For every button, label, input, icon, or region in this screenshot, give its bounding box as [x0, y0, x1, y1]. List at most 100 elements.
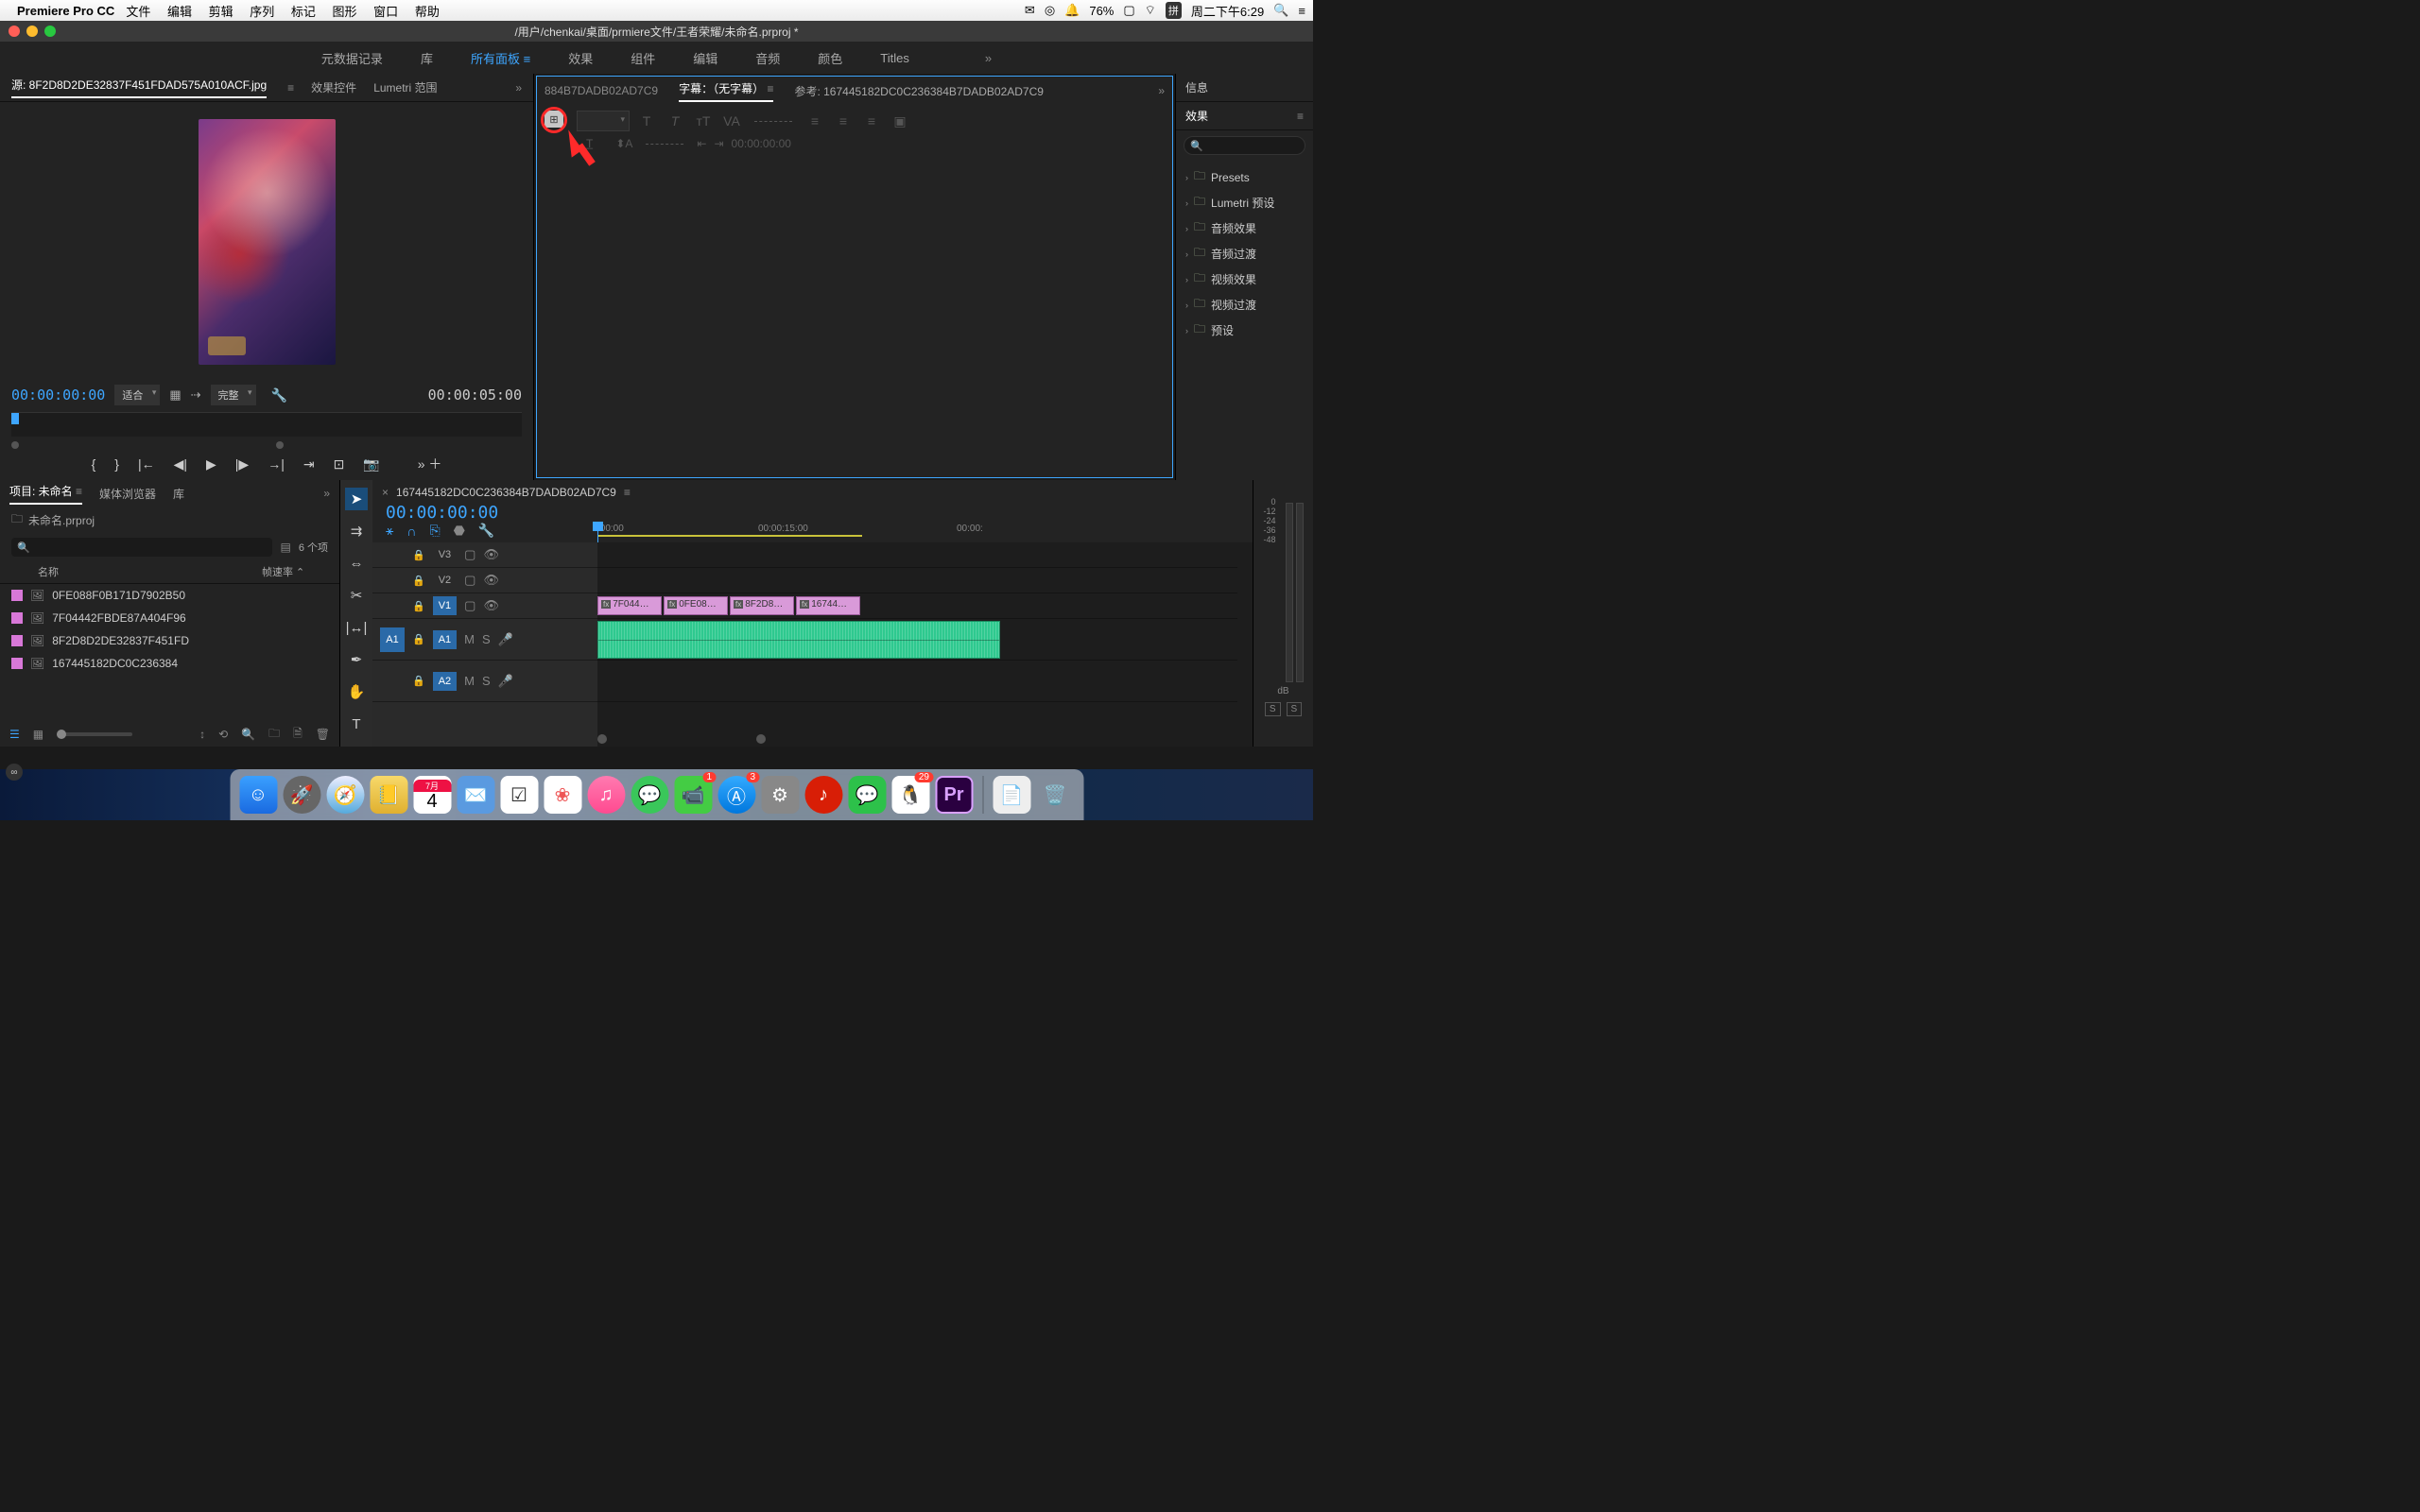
size-icon[interactable]: ᴛT: [692, 111, 715, 131]
lock-icon[interactable]: 🔒: [412, 549, 425, 561]
bin-name[interactable]: 未命名.prproj: [28, 512, 95, 528]
track-select-tool[interactable]: ⇉: [345, 520, 368, 542]
project-search[interactable]: 🔍: [11, 538, 272, 557]
source-zoom-bar[interactable]: [11, 442, 522, 448]
align-left-icon[interactable]: ≡: [804, 111, 826, 131]
ripple-tool[interactable]: ⇔: [345, 552, 368, 575]
settings-icon[interactable]: 🔧: [271, 387, 287, 404]
fit-dropdown[interactable]: 适合: [114, 385, 160, 405]
ws-editing[interactable]: 编辑: [693, 49, 717, 67]
align-right-icon[interactable]: ≡: [860, 111, 883, 131]
fx-lumetri[interactable]: ›🗀Lumetri 预设: [1176, 190, 1313, 215]
a1-patch[interactable]: A1: [380, 627, 405, 652]
minimize-button[interactable]: [26, 26, 38, 37]
effects-panel-title[interactable]: 效果≡: [1176, 102, 1313, 130]
fx-presets[interactable]: ›🗀Presets: [1176, 164, 1313, 190]
project-item[interactable]: 🖼7F04442FBDE87A404F96: [0, 607, 339, 629]
clip[interactable]: fx16744…: [796, 596, 860, 615]
project-item[interactable]: 🖼0FE088F0B171D7902B50: [0, 584, 339, 607]
track-a1-header[interactable]: A1🔒A1MS🎤: [372, 619, 597, 661]
transport-more-icon[interactable]: » ＋: [418, 455, 442, 473]
clock[interactable]: 周二下午6:29: [1191, 2, 1264, 20]
seq-close-icon[interactable]: ×: [382, 486, 389, 499]
menu-sequence[interactable]: 序列: [250, 5, 274, 19]
source-overflow-icon[interactable]: »: [515, 81, 522, 94]
go-out-icon[interactable]: →|: [268, 456, 285, 472]
leading-icon[interactable]: ⬍A: [615, 137, 632, 150]
col-framerate[interactable]: 帧速率 ⌃: [262, 564, 328, 579]
close-button[interactable]: [9, 26, 20, 37]
eye-icon[interactable]: 👁: [483, 547, 499, 562]
source-monitor[interactable]: [0, 102, 533, 382]
ime-label[interactable]: 拼: [1166, 2, 1182, 19]
tab-lumetri[interactable]: Lumetri 范围: [373, 79, 437, 95]
go-in-icon[interactable]: |←: [138, 456, 155, 472]
project-item[interactable]: 🖼8F2D8D2DE32837F451FD: [0, 629, 339, 652]
step-back-icon[interactable]: ◀|: [174, 456, 187, 472]
mark-in-icon[interactable]: {: [92, 456, 96, 472]
track-v3-header[interactable]: 🔒V3▢👁: [372, 542, 597, 568]
razor-tool[interactable]: ✂: [345, 584, 368, 607]
ws-effects[interactable]: 效果: [568, 49, 593, 67]
info-panel-title[interactable]: 信息: [1176, 74, 1313, 102]
caption-overflow-icon[interactable]: »: [1158, 84, 1165, 97]
lock-icon[interactable]: 🔒: [412, 675, 425, 687]
menu-clip[interactable]: 剪辑: [209, 5, 233, 19]
list-view-icon[interactable]: ☰: [9, 728, 20, 741]
fx-audio-fx[interactable]: ›🗀音频效果: [1176, 215, 1313, 241]
tab-source[interactable]: 源: 8F2D8D2DE32837F451FDAD575A010ACF.jpg: [11, 77, 267, 98]
snap-icon[interactable]: ⚹: [386, 523, 393, 539]
ws-color[interactable]: 颜色: [818, 49, 842, 67]
dock-mail[interactable]: ✉️: [457, 776, 494, 814]
linked-sel-icon[interactable]: ⎘: [429, 523, 440, 539]
toggle-output-icon[interactable]: ▢: [464, 547, 475, 562]
tab-effect-controls[interactable]: 效果控件: [311, 79, 356, 95]
ws-all-panels[interactable]: 所有面板 ≡: [471, 49, 530, 67]
dock-premiere[interactable]: Pr: [935, 776, 973, 814]
quality-dropdown[interactable]: 完整: [211, 385, 256, 405]
ws-audio[interactable]: 音频: [755, 49, 780, 67]
kerning-icon[interactable]: VA: [720, 111, 743, 131]
lock-icon[interactable]: 🔒: [412, 575, 425, 587]
selection-tool[interactable]: ➤: [345, 488, 368, 510]
clip[interactable]: fx7F044…: [597, 596, 662, 615]
mark-out-icon[interactable]: }: [114, 456, 119, 472]
filter-icon[interactable]: ▤: [280, 541, 290, 554]
fx-video-trans[interactable]: ›🗀视频过渡: [1176, 292, 1313, 318]
work-area[interactable]: [597, 535, 862, 537]
new-caption-button[interactable]: ⊞: [544, 111, 563, 128]
clip[interactable]: fx8F2D8…: [730, 596, 794, 615]
type-tool[interactable]: T: [345, 713, 368, 735]
dock-document[interactable]: 📄: [993, 776, 1030, 814]
tab-reference[interactable]: 参考: 167445182DC0C236384B7DADB02AD7C9: [794, 83, 1044, 99]
tab-libraries[interactable]: 库: [173, 486, 184, 502]
font-dropdown[interactable]: [577, 111, 630, 131]
dock-facetime[interactable]: 📹1: [674, 776, 712, 814]
menu-help[interactable]: 帮助: [415, 5, 440, 19]
clip[interactable]: fx0FE08…: [664, 596, 728, 615]
tab-media-browser[interactable]: 媒体浏览器: [99, 486, 156, 502]
lock-icon[interactable]: 🔒: [412, 633, 425, 645]
sequence-name[interactable]: 167445182DC0C236384B7DADB02AD7C9: [396, 486, 616, 499]
solo-button[interactable]: S: [482, 632, 491, 646]
menu-marker[interactable]: 标记: [291, 5, 316, 19]
record-icon[interactable]: 🎤: [498, 674, 513, 689]
hand-tool[interactable]: ✋: [345, 680, 368, 703]
dock-sysprefs[interactable]: ⚙: [761, 776, 799, 814]
tab-project[interactable]: 项目: 未命名 ≡: [9, 483, 82, 505]
menu-window[interactable]: 窗口: [373, 5, 398, 19]
fx-audio-trans[interactable]: ›🗀音频过渡: [1176, 241, 1313, 266]
track-v1-header[interactable]: 🔒V1▢👁: [372, 593, 597, 619]
in-point-icon[interactable]: ⇤: [697, 137, 706, 150]
new-item-icon[interactable]: 🗎: [293, 725, 302, 745]
list-icon[interactable]: ≡: [1298, 4, 1305, 18]
creative-cloud-icon[interactable]: ∞: [6, 764, 23, 781]
track-a2-header[interactable]: 🔒A2MS🎤: [372, 661, 597, 702]
source-playhead[interactable]: [11, 413, 19, 424]
out-point-icon[interactable]: ⇥: [714, 137, 723, 150]
magnet-icon[interactable]: ∩: [406, 524, 416, 539]
col-name[interactable]: 名称: [11, 564, 262, 579]
timeline-ruler[interactable]: :00:00 00:00:15:00 00:00:: [597, 505, 1253, 542]
dock-calendar[interactable]: 7月4: [413, 776, 451, 814]
audio-clip[interactable]: [597, 621, 1000, 659]
